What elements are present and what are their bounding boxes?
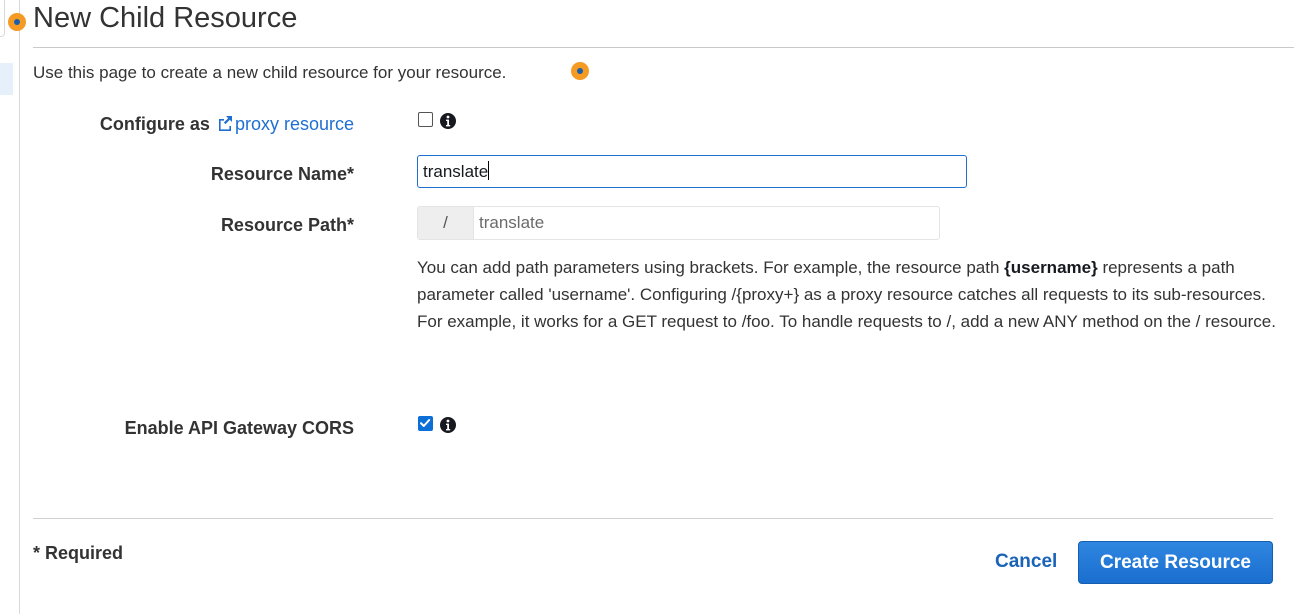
proxy-resource-link[interactable]: proxy resource [235, 114, 354, 134]
resource-name-value: translate [423, 162, 489, 181]
cancel-button[interactable]: Cancel [985, 549, 1067, 575]
info-icon[interactable] [440, 417, 456, 433]
resource-path-field[interactable]: / translate [417, 206, 940, 240]
tour-marker-icon[interactable] [571, 62, 589, 80]
title-divider [33, 47, 1294, 48]
tour-marker-icon[interactable] [8, 13, 26, 31]
resource-path-label: Resource Path* [220, 215, 354, 235]
required-note: * Required [33, 543, 124, 563]
page-intro: Use this page to create a new child reso… [33, 62, 506, 84]
enable-cors-checkbox[interactable] [418, 416, 433, 431]
text-caret [488, 161, 490, 180]
configure-as-text: Configure as [99, 114, 210, 134]
resource-name-input[interactable]: translate [417, 155, 967, 188]
help-text-bold: {username} [1004, 258, 1098, 277]
info-icon[interactable] [440, 113, 456, 129]
create-resource-button[interactable]: Create Resource [1078, 541, 1273, 584]
checkmark-icon [420, 419, 431, 427]
left-rail [0, 0, 20, 614]
rail-tab[interactable] [0, 0, 5, 37]
resource-name-label: Resource Name* [210, 164, 354, 184]
resource-path-input[interactable]: translate [474, 207, 544, 239]
footer-divider [33, 518, 1273, 519]
external-link-icon[interactable] [216, 114, 234, 132]
help-text-part-1: You can add path parameters using bracke… [417, 258, 1005, 277]
proxy-resource-checkbox[interactable] [418, 112, 433, 127]
configure-as-label: Configure as proxy resource [100, 113, 354, 135]
page-intro-text: Use this page to create a new child reso… [33, 63, 507, 82]
page-title: New Child Resource [33, 2, 298, 34]
rail-selected-item[interactable] [0, 63, 13, 95]
enable-cors-label: Enable API Gateway CORS [124, 418, 354, 438]
resource-path-prefix: / [418, 207, 474, 239]
path-help-text: You can add path parameters using bracke… [417, 254, 1277, 335]
